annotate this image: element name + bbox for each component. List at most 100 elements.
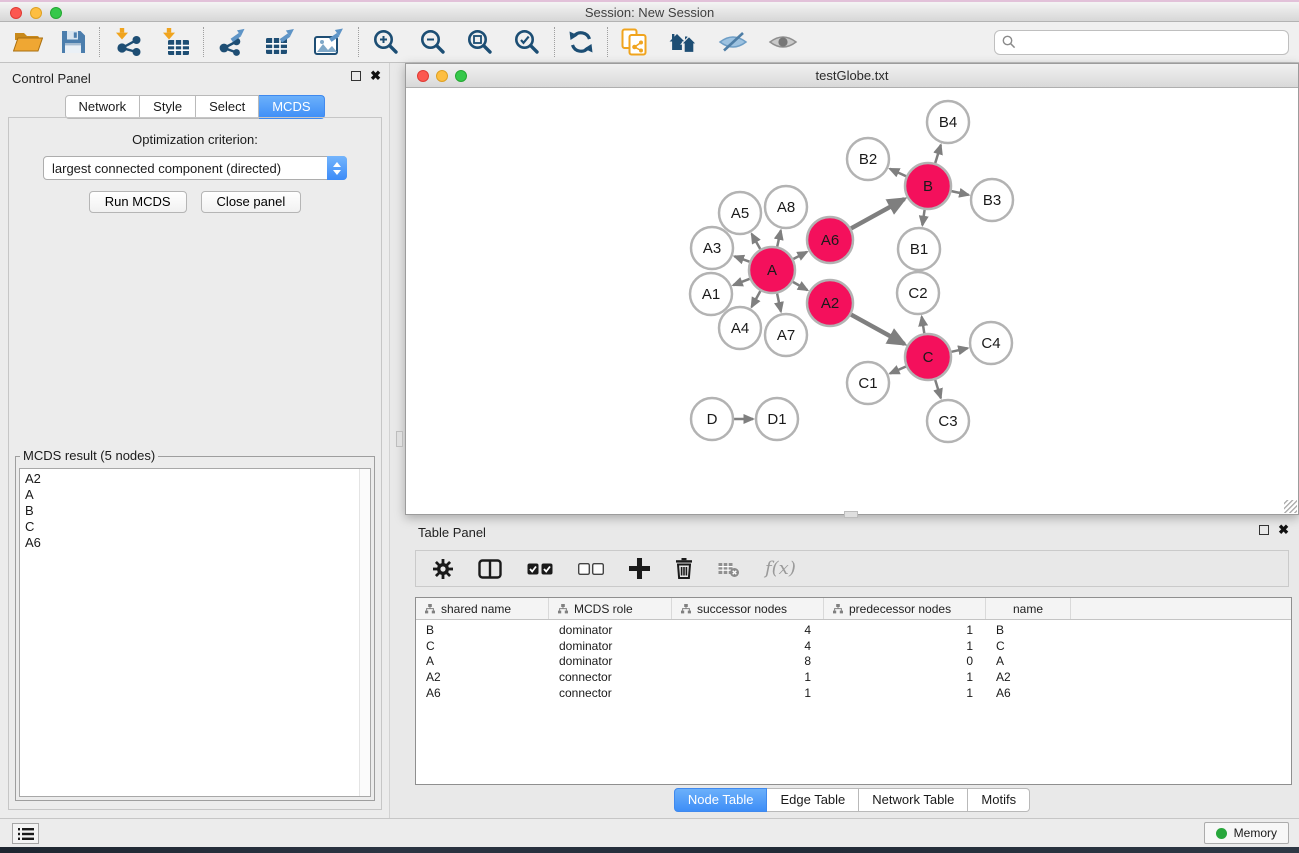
graph-edge-C-C2[interactable] — [922, 317, 925, 334]
graph-node-C3[interactable]: C3 — [927, 400, 969, 442]
table-cell[interactable]: C — [986, 639, 1071, 653]
float-panel-icon[interactable] — [1259, 525, 1269, 535]
graph-node-A6[interactable]: A6 — [807, 217, 853, 263]
memory-button[interactable]: Memory — [1204, 822, 1289, 844]
show-all-icon[interactable] — [768, 30, 798, 54]
table-cell[interactable]: 1 — [824, 670, 986, 684]
graph-edge-A-A5[interactable] — [752, 234, 761, 249]
delete-table-icon[interactable] — [718, 561, 740, 577]
table-cell[interactable]: A6 — [986, 686, 1071, 700]
graph-node-A5[interactable]: A5 — [719, 192, 761, 234]
table-cell[interactable]: A2 — [416, 670, 549, 684]
table-cell[interactable]: 4 — [672, 623, 824, 637]
search-box[interactable] — [994, 30, 1289, 55]
graph-edge-B-B4[interactable] — [935, 145, 941, 163]
table-row[interactable]: Cdominator41C — [416, 638, 1291, 654]
table-cell[interactable]: 0 — [824, 654, 986, 668]
splitter-handle-horizontal[interactable] — [844, 511, 858, 518]
table-cell[interactable]: dominator — [549, 623, 672, 637]
float-panel-icon[interactable] — [351, 71, 361, 81]
export-image-icon[interactable] — [313, 28, 345, 56]
mcds-result-item[interactable]: A2 — [25, 471, 370, 487]
table-cell[interactable]: A2 — [986, 670, 1071, 684]
graph-node-C1[interactable]: C1 — [847, 362, 889, 404]
export-network-icon[interactable] — [217, 28, 247, 56]
hide-selected-icon[interactable] — [718, 30, 748, 54]
save-session-icon[interactable] — [60, 29, 86, 55]
open-session-icon[interactable] — [13, 29, 43, 55]
zoom-in-icon[interactable] — [372, 28, 400, 56]
column-header-predecessor-nodes[interactable]: predecessor nodes — [824, 598, 986, 619]
import-table-icon[interactable] — [160, 28, 190, 56]
graph-node-A4[interactable]: A4 — [719, 307, 761, 349]
split-view-icon[interactable] — [478, 559, 502, 579]
tab-edge-table[interactable]: Edge Table — [767, 788, 859, 812]
table-cell[interactable]: 1 — [672, 686, 824, 700]
table-cell[interactable]: 1 — [824, 686, 986, 700]
table-cell[interactable]: A — [986, 654, 1071, 668]
graph-node-A[interactable]: A — [749, 247, 795, 293]
column-header-name[interactable]: name — [986, 598, 1071, 619]
tab-node-table[interactable]: Node Table — [674, 788, 768, 812]
graph-edge-B-B3[interactable] — [951, 191, 968, 195]
graph-edge-A-A4[interactable] — [752, 291, 761, 307]
table-cell[interactable]: 1 — [824, 623, 986, 637]
run-mcds-button[interactable]: Run MCDS — [89, 191, 187, 213]
graph-node-C2[interactable]: C2 — [897, 272, 939, 314]
graph-edge-C-C3[interactable] — [935, 380, 941, 398]
graph-node-B1[interactable]: B1 — [898, 228, 940, 270]
graph-edge-A-A8[interactable] — [777, 230, 781, 246]
graph-node-D[interactable]: D — [691, 398, 733, 440]
table-cell[interactable]: A6 — [416, 686, 549, 700]
column-header-shared-name[interactable]: shared name — [416, 598, 549, 619]
mcds-result-item[interactable]: C — [25, 519, 370, 535]
graph-node-A7[interactable]: A7 — [765, 314, 807, 356]
tab-motifs[interactable]: Motifs — [968, 788, 1030, 812]
table-cell[interactable]: connector — [549, 686, 672, 700]
zoom-fit-icon[interactable] — [466, 28, 494, 56]
window-resize-grip[interactable] — [1284, 500, 1297, 513]
graph-edge-A-A3[interactable] — [735, 256, 750, 261]
table-row[interactable]: Bdominator41B — [416, 622, 1291, 638]
table-row[interactable]: A6connector11A6 — [416, 685, 1291, 701]
function-builder-icon[interactable]: f(x) — [765, 558, 796, 579]
zoom-out-icon[interactable] — [419, 28, 447, 56]
mcds-result-item[interactable]: A — [25, 487, 370, 503]
graph-edge-A-A2[interactable] — [793, 282, 808, 290]
refresh-view-icon[interactable] — [568, 29, 594, 55]
delete-columns-icon[interactable] — [675, 558, 693, 579]
graph-node-B2[interactable]: B2 — [847, 138, 889, 180]
network-window-titlebar[interactable]: testGlobe.txt — [406, 64, 1298, 88]
import-network-icon[interactable] — [113, 28, 143, 56]
criterion-dropdown[interactable]: largest connected component (directed) — [43, 156, 347, 180]
table-cell[interactable]: 1 — [824, 639, 986, 653]
deselect-all-checkbox-icon[interactable] — [578, 563, 604, 575]
zoom-selected-icon[interactable] — [513, 28, 541, 56]
table-cell[interactable]: 1 — [672, 670, 824, 684]
graph-node-A2[interactable]: A2 — [807, 280, 853, 326]
network-canvas[interactable]: B4B2BB3A8A5A6B1A3AA1C2A2A4A7C4CC1DD1C3 — [406, 89, 1298, 514]
table-cell[interactable]: B — [416, 623, 549, 637]
graph-edge-B-B2[interactable] — [890, 169, 906, 176]
table-cell[interactable]: 8 — [672, 654, 824, 668]
add-column-icon[interactable] — [629, 558, 650, 579]
column-header-MCDS-role[interactable]: MCDS role — [549, 598, 672, 619]
graph-node-A3[interactable]: A3 — [691, 227, 733, 269]
table-cell[interactable]: connector — [549, 670, 672, 684]
export-table-icon[interactable] — [264, 28, 296, 56]
graph-edge-A6-B[interactable] — [851, 199, 904, 228]
tab-style[interactable]: Style — [140, 95, 196, 119]
column-header-successor-nodes[interactable]: successor nodes — [672, 598, 824, 619]
table-cell[interactable]: dominator — [549, 654, 672, 668]
table-settings-icon[interactable] — [433, 559, 453, 579]
table-cell[interactable]: B — [986, 623, 1071, 637]
graph-edge-A-A6[interactable] — [793, 252, 807, 259]
graph-node-A8[interactable]: A8 — [765, 186, 807, 228]
graph-node-C4[interactable]: C4 — [970, 322, 1012, 364]
table-cell[interactable]: C — [416, 639, 549, 653]
select-all-checkbox-icon[interactable] — [527, 563, 553, 575]
show-panels-button[interactable] — [12, 823, 39, 844]
tab-mcds[interactable]: MCDS — [259, 95, 324, 119]
graph-node-D1[interactable]: D1 — [756, 398, 798, 440]
graph-edge-B-B1[interactable] — [922, 210, 924, 225]
